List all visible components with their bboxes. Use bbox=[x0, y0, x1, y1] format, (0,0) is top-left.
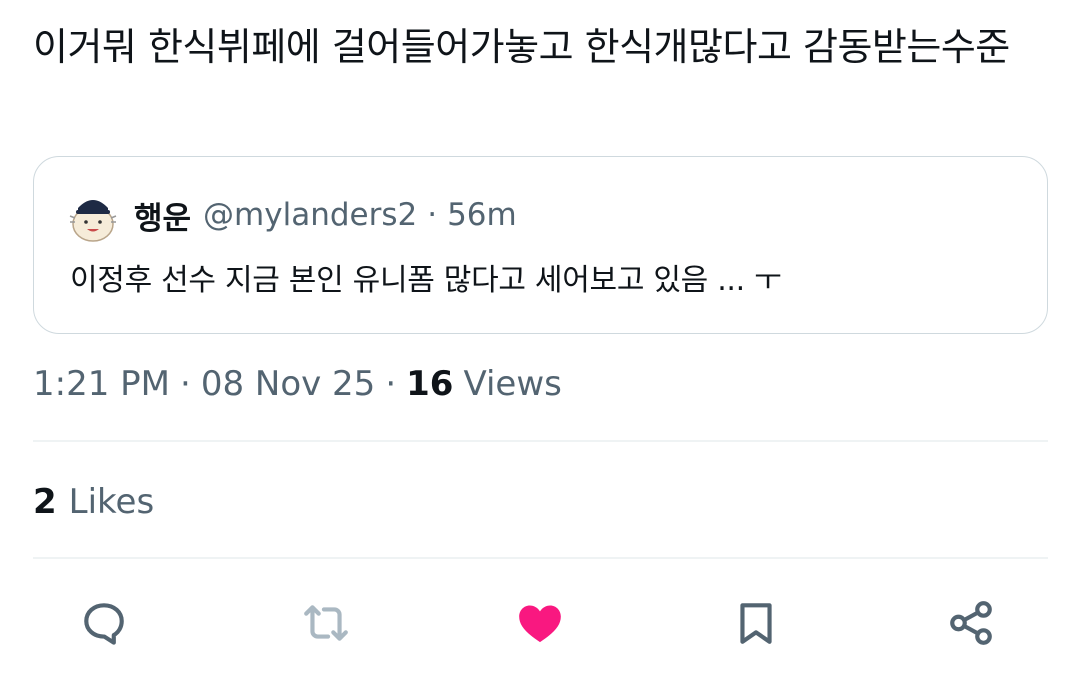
likes-link[interactable]: 2 Likes bbox=[33, 476, 154, 528]
views-count: 16 bbox=[406, 364, 454, 404]
divider bbox=[33, 557, 1048, 559]
separator-dot: · bbox=[180, 364, 191, 404]
likes-label: Likes bbox=[68, 482, 155, 522]
reply-icon bbox=[84, 603, 124, 645]
retweet-button[interactable] bbox=[298, 595, 354, 651]
tweet-time[interactable]: 1:21 PM bbox=[33, 364, 170, 404]
separator-dot: · bbox=[385, 364, 397, 404]
quoted-tweet-time[interactable]: 56m bbox=[447, 197, 517, 233]
likes-count: 2 bbox=[33, 482, 57, 522]
tweet-detail: 이거뭐 한식뷔페에 걸어들어가놓고 한식개많다고 감동받는수준 행운 @myla… bbox=[0, 0, 1079, 682]
retweet-icon bbox=[304, 605, 348, 641]
reply-button[interactable] bbox=[76, 595, 132, 651]
avatar[interactable] bbox=[64, 186, 122, 244]
quoted-tweet-header: 행운 @mylanders2 · 56m bbox=[64, 186, 517, 244]
quoted-tweet-card[interactable]: 행운 @mylanders2 · 56m 이정후 선수 지금 본인 유니폼 많다… bbox=[33, 156, 1048, 334]
like-button[interactable] bbox=[512, 595, 568, 651]
quoted-tweet-text: 이정후 선수 지금 본인 유니폼 많다고 세어보고 있음 ... ㅜ bbox=[70, 263, 782, 298]
tweet-date[interactable]: 08 Nov 25 bbox=[201, 364, 376, 404]
divider bbox=[33, 440, 1048, 442]
tweet-metadata: 1:21 PM · 08 Nov 25 · 16 Views bbox=[33, 358, 562, 410]
heart-filled-icon bbox=[519, 605, 561, 643]
tweet-text: 이거뭐 한식뷔페에 걸어들어가놓고 한식개많다고 감동받는수준 bbox=[33, 25, 1010, 69]
share-button[interactable] bbox=[943, 595, 999, 651]
quoted-author-name[interactable]: 행운 bbox=[134, 193, 191, 238]
separator-dot: · bbox=[427, 197, 438, 233]
avatar-illustration bbox=[69, 200, 117, 242]
views-label: Views bbox=[463, 364, 562, 404]
share-icon bbox=[950, 601, 992, 645]
quoted-author-handle[interactable]: @mylanders2 bbox=[203, 197, 417, 233]
bookmark-button[interactable] bbox=[728, 595, 784, 651]
bookmark-icon bbox=[740, 603, 772, 644]
